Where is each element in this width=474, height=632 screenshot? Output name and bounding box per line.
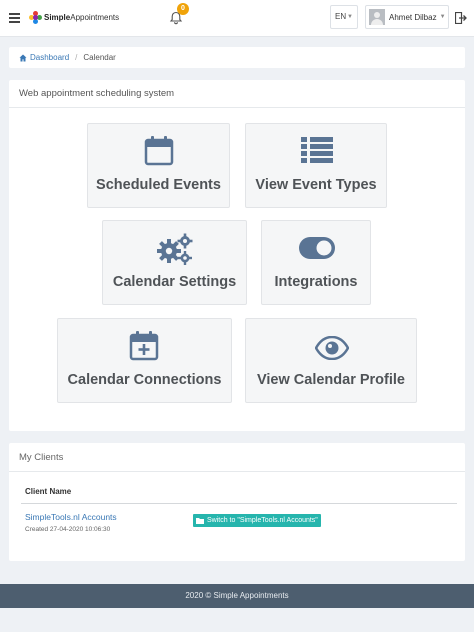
client-name-link[interactable]: SimpleTools.nl Accounts — [25, 512, 117, 522]
tile-label: Integrations — [274, 274, 358, 290]
logo[interactable]: SimpleAppointments — [29, 11, 119, 24]
chevron-down-icon: ▼ — [439, 14, 446, 20]
switch-account-button[interactable]: Switch to "SimpleTools.nl Accounts" — [193, 514, 321, 527]
tile-integrations[interactable]: Integrations — [261, 220, 371, 305]
breadcrumb-dashboard[interactable]: Dashboard — [19, 47, 69, 68]
chevron-down-icon: ▼ — [347, 14, 353, 20]
footer: 2020 © Simple Appointments — [0, 584, 474, 608]
tile-calendar-settings[interactable]: Calendar Settings — [102, 220, 247, 305]
user-menu[interactable]: Ahmet Dilbaz ▼ — [365, 5, 449, 29]
tile-scheduled-events[interactable]: Scheduled Events — [87, 123, 230, 208]
tile-label: View Calendar Profile — [256, 372, 405, 388]
logo-text: SimpleAppointments — [44, 13, 120, 22]
toggle-icon — [299, 237, 335, 259]
avatar — [369, 9, 385, 25]
divider — [9, 471, 465, 472]
calendar-icon — [144, 136, 174, 166]
tile-label: View Event Types — [255, 177, 377, 193]
notification-badge: 0 — [177, 3, 189, 15]
calendar-plus-icon — [129, 331, 159, 361]
tile-view-event-types[interactable]: View Event Types — [245, 123, 387, 208]
client-created-date: Created 27-04-2020 10:06:30 — [25, 526, 111, 533]
tile-label: Scheduled Events — [96, 177, 221, 193]
folder-icon — [196, 518, 204, 524]
tile-view-calendar-profile[interactable]: View Calendar Profile — [245, 318, 417, 403]
list-icon — [301, 137, 333, 163]
tile-label: Calendar Connections — [67, 372, 222, 388]
table-header-line — [21, 503, 457, 504]
column-header-client-name: Client Name — [25, 487, 72, 496]
breadcrumb-separator: / — [75, 53, 78, 62]
main-panel: Web appointment scheduling system Schedu… — [9, 80, 465, 431]
logo-mark — [29, 11, 42, 24]
logout-icon[interactable] — [455, 12, 467, 24]
top-navbar: SimpleAppointments 0 EN ▼ Ahmet Dilbaz ▼ — [0, 0, 474, 37]
panel-title: Web appointment scheduling system — [19, 88, 175, 99]
tile-calendar-connections[interactable]: Calendar Connections — [57, 318, 232, 403]
user-name: Ahmet Dilbaz — [389, 12, 437, 22]
language-value: EN — [335, 12, 347, 21]
home-icon — [19, 54, 27, 61]
gears-icon — [157, 233, 193, 265]
breadcrumb-current: Calendar — [83, 53, 116, 62]
language-select[interactable]: EN ▼ — [330, 5, 358, 29]
breadcrumb: Dashboard / Calendar — [9, 47, 465, 68]
eye-icon — [315, 336, 349, 360]
clients-title: My Clients — [19, 452, 64, 463]
menu-icon[interactable] — [9, 13, 20, 23]
tile-label: Calendar Settings — [112, 274, 237, 290]
clients-panel: My Clients Client Name SimpleTools.nl Ac… — [9, 443, 465, 561]
divider — [9, 107, 465, 108]
switch-account-label: Switch to "SimpleTools.nl Accounts" — [207, 517, 318, 524]
